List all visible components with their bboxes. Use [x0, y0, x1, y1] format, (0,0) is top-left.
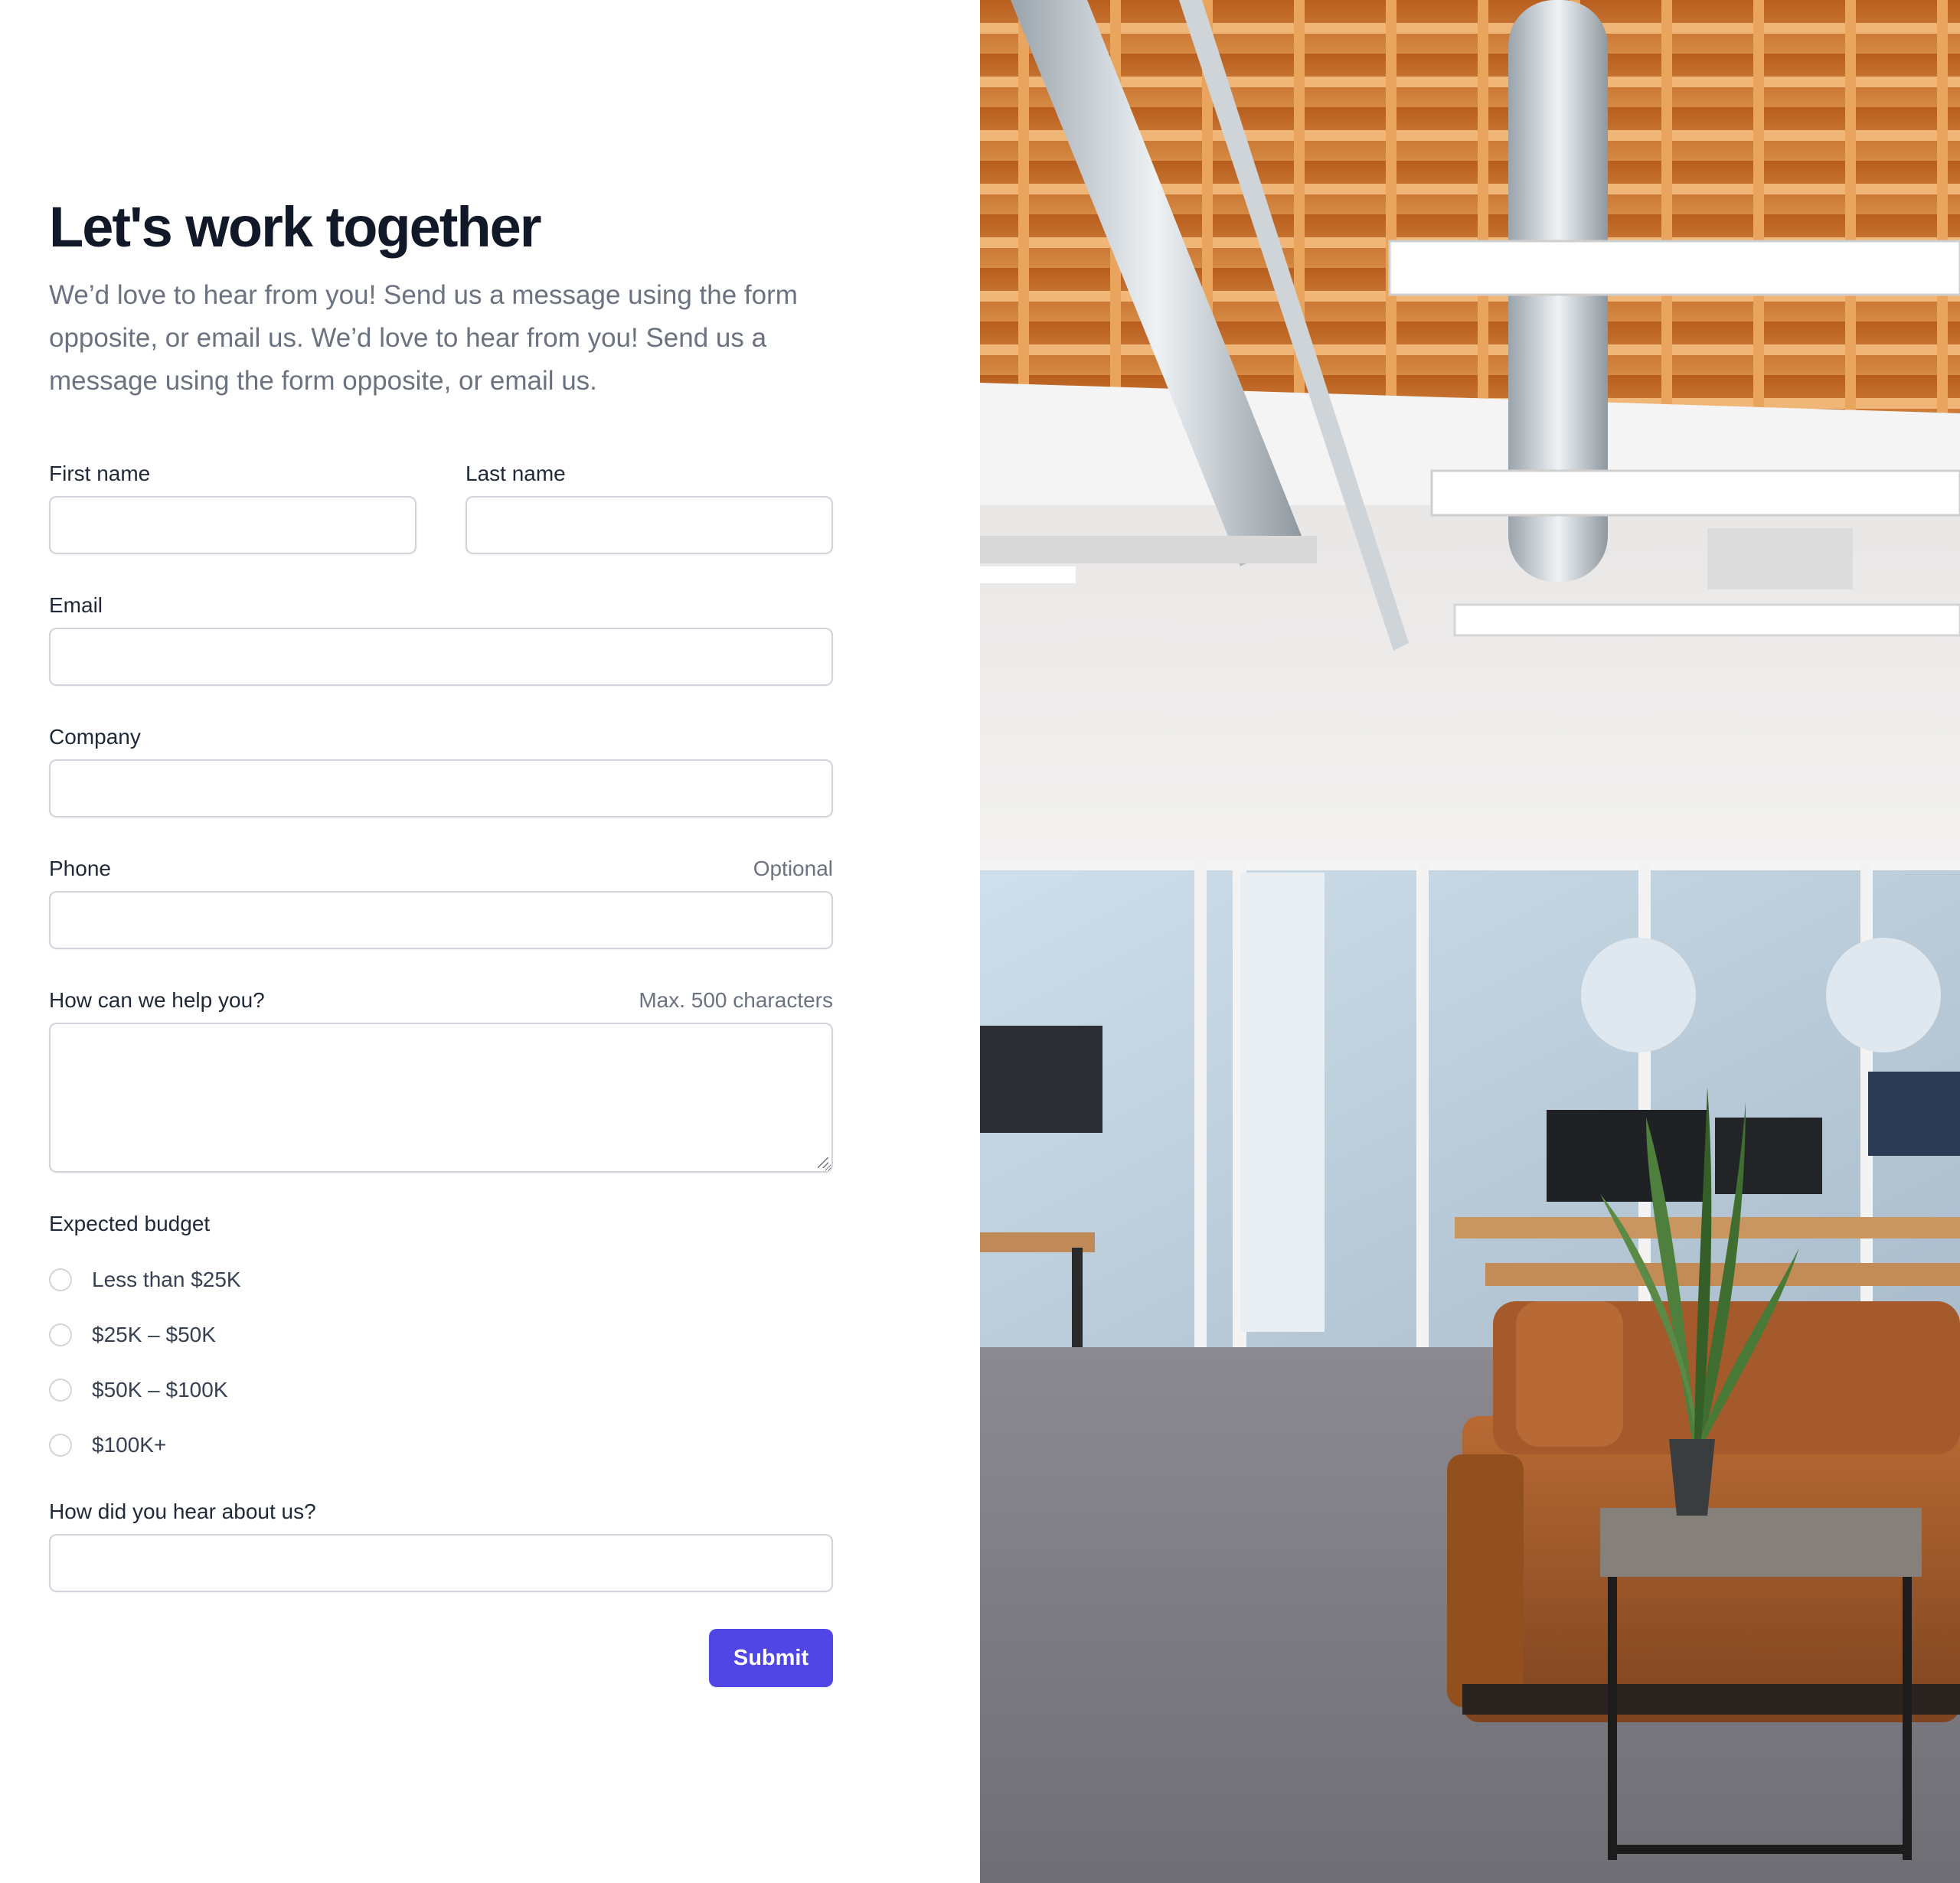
budget-option-less-than-25k[interactable]: Less than $25K	[49, 1265, 241, 1295]
budget-option-label: Less than $25K	[92, 1268, 241, 1291]
budget-option-25k-50k[interactable]: $25K – $50K	[49, 1320, 216, 1350]
budget-label: Expected budget	[49, 1212, 211, 1235]
email-label: Email	[49, 593, 103, 617]
budget-option-50k-100k[interactable]: $50K – $100K	[49, 1375, 228, 1405]
radio-button[interactable]	[49, 1434, 72, 1457]
message-textarea[interactable]	[49, 1023, 833, 1173]
radio-button[interactable]	[49, 1323, 72, 1346]
referral-input[interactable]	[49, 1534, 833, 1592]
page-title: Let's work together	[49, 195, 542, 259]
intro-text: We’d love to hear from you! Send us a me…	[49, 280, 798, 396]
office-interior-image	[980, 0, 1960, 1883]
first-name-label: First name	[49, 462, 151, 485]
budget-option-label: $25K – $50K	[92, 1323, 216, 1346]
phone-label: Phone	[49, 857, 111, 880]
email-input[interactable]	[49, 628, 833, 686]
textarea-resize-handle[interactable]	[818, 1157, 828, 1168]
submit-button[interactable]: Submit	[709, 1629, 833, 1687]
budget-option-label: $50K – $100K	[92, 1378, 228, 1402]
company-input[interactable]	[49, 759, 833, 817]
company-label: Company	[49, 725, 141, 749]
office-photo	[980, 0, 1960, 1883]
radio-button[interactable]	[49, 1379, 72, 1402]
budget-option-100k-plus[interactable]: $100K+	[49, 1430, 166, 1460]
phone-input[interactable]	[49, 891, 833, 949]
radio-button[interactable]	[49, 1268, 72, 1291]
last-name-label: Last name	[466, 462, 566, 485]
contact-form-panel: Let's work together We’d love to hear fr…	[0, 0, 980, 1883]
budget-option-label: $100K+	[92, 1433, 167, 1457]
first-name-input[interactable]	[49, 496, 416, 554]
referral-label: How did you hear about us?	[49, 1500, 316, 1523]
phone-optional-hint: Optional	[753, 857, 833, 880]
message-max-hint: Max. 500 characters	[639, 988, 833, 1012]
message-label: How can we help you?	[49, 988, 265, 1012]
last-name-input[interactable]	[466, 496, 833, 554]
